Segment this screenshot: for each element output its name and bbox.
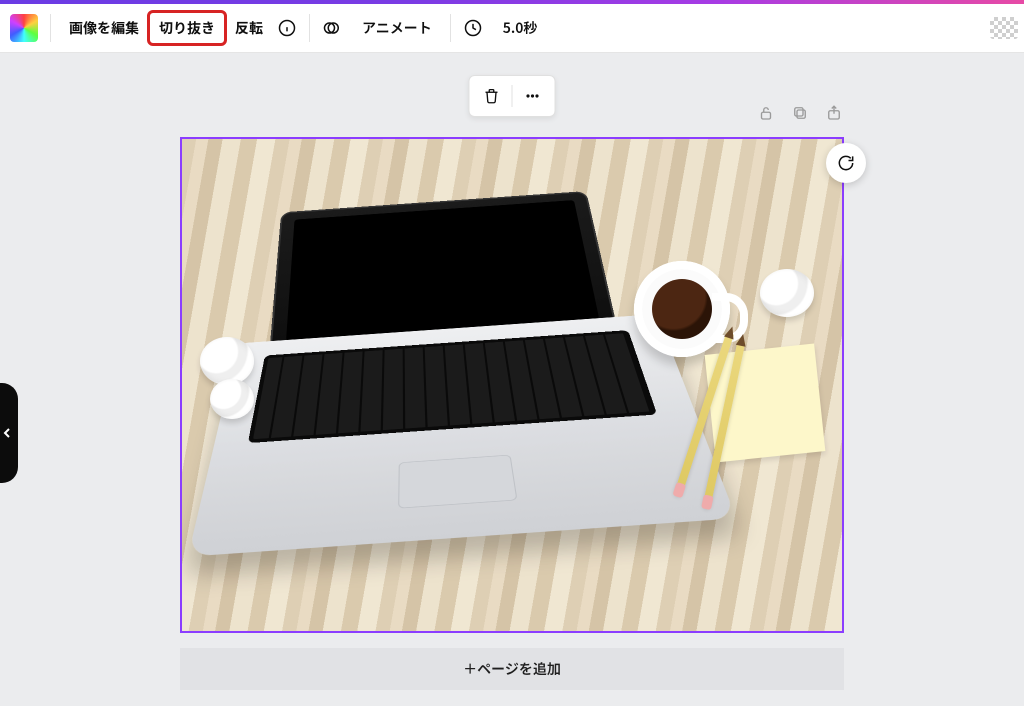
trash-icon — [483, 87, 501, 105]
divider — [450, 14, 451, 42]
page-actions — [754, 101, 846, 125]
editor-stage: ＋ページを追加 — [0, 53, 1024, 706]
cycle-icon — [836, 153, 856, 173]
more-button[interactable] — [517, 80, 549, 112]
cycle-image-button[interactable] — [826, 143, 866, 183]
divider — [50, 14, 51, 42]
side-panel-expand[interactable] — [0, 383, 18, 483]
lock-page-button[interactable] — [754, 101, 778, 125]
add-page-button[interactable]: ＋ページを追加 — [180, 648, 844, 690]
color-swatch-icon[interactable] — [10, 14, 38, 42]
crop-button[interactable]: 切り抜き — [149, 12, 225, 44]
context-toolbar: 画像を編集 切り抜き 反転 アニメート 5.0秒 — [0, 4, 1024, 53]
edit-image-button[interactable]: 画像を編集 — [59, 12, 149, 44]
more-icon — [524, 87, 542, 105]
divider — [512, 85, 513, 107]
clock-icon[interactable] — [459, 14, 487, 42]
share-icon — [825, 104, 843, 122]
duration-button[interactable]: 5.0秒 — [493, 12, 548, 44]
canvas-container — [180, 137, 844, 706]
duplicate-page-button[interactable] — [788, 101, 812, 125]
delete-button[interactable] — [476, 80, 508, 112]
divider — [309, 14, 310, 42]
add-page-label: ＋ページを追加 — [463, 659, 561, 679]
canvas-image[interactable] — [182, 139, 842, 631]
duplicate-icon — [791, 104, 809, 122]
floating-element-toolbar — [469, 75, 556, 117]
design-canvas[interactable] — [180, 137, 844, 633]
lock-icon — [757, 104, 775, 122]
info-icon[interactable] — [273, 14, 301, 42]
share-page-button[interactable] — [822, 101, 846, 125]
animate-icon[interactable] — [318, 14, 346, 42]
flip-button[interactable]: 反転 — [225, 12, 273, 44]
transparency-icon[interactable] — [990, 17, 1018, 39]
expand-icon — [2, 426, 12, 440]
animate-button[interactable]: アニメート — [352, 12, 442, 44]
